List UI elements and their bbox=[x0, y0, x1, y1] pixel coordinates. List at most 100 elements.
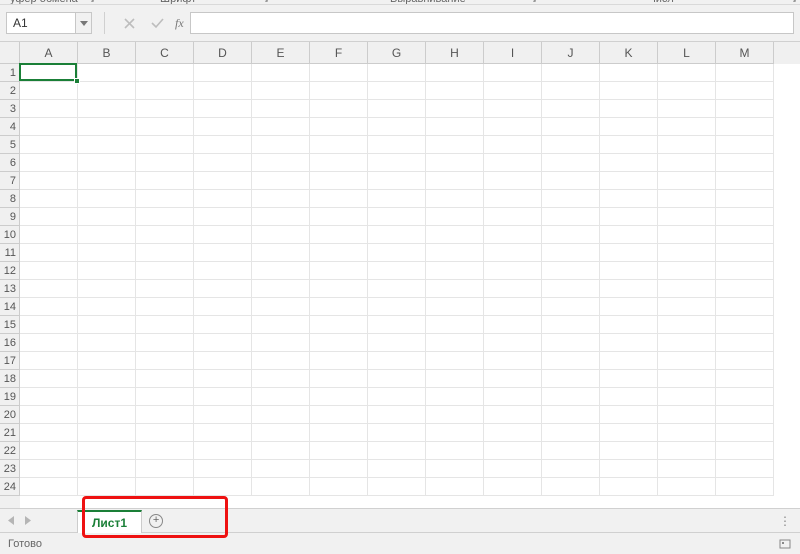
column-header[interactable]: D bbox=[194, 42, 252, 64]
cell[interactable] bbox=[136, 334, 194, 352]
cell[interactable] bbox=[716, 424, 774, 442]
cell[interactable] bbox=[368, 460, 426, 478]
cell[interactable] bbox=[542, 298, 600, 316]
cell[interactable] bbox=[658, 442, 716, 460]
cell[interactable] bbox=[136, 82, 194, 100]
cell[interactable] bbox=[310, 100, 368, 118]
cell[interactable] bbox=[600, 154, 658, 172]
cell[interactable] bbox=[20, 388, 78, 406]
cell[interactable] bbox=[542, 244, 600, 262]
cell[interactable] bbox=[310, 190, 368, 208]
cell[interactable] bbox=[252, 334, 310, 352]
cell[interactable] bbox=[484, 208, 542, 226]
cell[interactable] bbox=[20, 136, 78, 154]
cell[interactable] bbox=[310, 244, 368, 262]
cell[interactable] bbox=[78, 136, 136, 154]
cell[interactable] bbox=[310, 352, 368, 370]
cell[interactable] bbox=[484, 370, 542, 388]
cell[interactable] bbox=[78, 424, 136, 442]
cell[interactable] bbox=[252, 352, 310, 370]
cell[interactable] bbox=[252, 64, 310, 82]
add-sheet-button[interactable]: + bbox=[142, 509, 170, 532]
cell[interactable] bbox=[484, 262, 542, 280]
cell[interactable] bbox=[368, 334, 426, 352]
cell[interactable] bbox=[20, 208, 78, 226]
cell[interactable] bbox=[484, 424, 542, 442]
cell[interactable] bbox=[600, 370, 658, 388]
cell[interactable] bbox=[484, 406, 542, 424]
cell[interactable] bbox=[600, 460, 658, 478]
cell[interactable] bbox=[542, 82, 600, 100]
cell[interactable] bbox=[484, 388, 542, 406]
cell[interactable] bbox=[78, 172, 136, 190]
fx-icon[interactable]: fx bbox=[175, 16, 184, 31]
cell[interactable] bbox=[20, 298, 78, 316]
cell[interactable] bbox=[542, 190, 600, 208]
cell[interactable] bbox=[658, 460, 716, 478]
row-header[interactable]: 22 bbox=[0, 442, 20, 460]
cell[interactable] bbox=[542, 172, 600, 190]
cell[interactable] bbox=[658, 118, 716, 136]
row-header[interactable]: 1 bbox=[0, 64, 20, 82]
ribbon-launcher-font[interactable]: ↘ bbox=[262, 0, 269, 4]
cell[interactable] bbox=[600, 280, 658, 298]
cell[interactable] bbox=[368, 478, 426, 496]
cell[interactable] bbox=[310, 424, 368, 442]
cell[interactable] bbox=[600, 352, 658, 370]
cell[interactable] bbox=[426, 298, 484, 316]
cell[interactable] bbox=[658, 316, 716, 334]
cell[interactable] bbox=[716, 244, 774, 262]
row-header[interactable]: 19 bbox=[0, 388, 20, 406]
row-header[interactable]: 5 bbox=[0, 136, 20, 154]
cell[interactable] bbox=[194, 316, 252, 334]
cell[interactable] bbox=[136, 118, 194, 136]
cell[interactable] bbox=[368, 190, 426, 208]
cell[interactable] bbox=[426, 280, 484, 298]
cell[interactable] bbox=[658, 226, 716, 244]
tab-next-button[interactable] bbox=[21, 510, 35, 532]
cell[interactable] bbox=[252, 298, 310, 316]
cell[interactable] bbox=[542, 136, 600, 154]
cell[interactable] bbox=[194, 370, 252, 388]
cell[interactable] bbox=[310, 460, 368, 478]
cell[interactable] bbox=[426, 406, 484, 424]
cell[interactable] bbox=[78, 118, 136, 136]
row-header[interactable]: 18 bbox=[0, 370, 20, 388]
cell[interactable] bbox=[78, 244, 136, 262]
cell[interactable] bbox=[194, 172, 252, 190]
cell[interactable] bbox=[368, 298, 426, 316]
cell[interactable] bbox=[716, 298, 774, 316]
cell[interactable] bbox=[20, 118, 78, 136]
cell[interactable] bbox=[542, 388, 600, 406]
cell[interactable] bbox=[78, 388, 136, 406]
cell[interactable] bbox=[194, 100, 252, 118]
cell[interactable] bbox=[78, 64, 136, 82]
row-header[interactable]: 4 bbox=[0, 118, 20, 136]
cell[interactable] bbox=[194, 388, 252, 406]
cell[interactable] bbox=[20, 172, 78, 190]
tab-split-handle[interactable]: ⋮ bbox=[778, 514, 792, 528]
cell[interactable] bbox=[252, 424, 310, 442]
cell[interactable] bbox=[368, 226, 426, 244]
cell[interactable] bbox=[600, 226, 658, 244]
cell[interactable] bbox=[716, 442, 774, 460]
row-header[interactable]: 8 bbox=[0, 190, 20, 208]
cell[interactable] bbox=[20, 370, 78, 388]
cell[interactable] bbox=[426, 136, 484, 154]
cell[interactable] bbox=[426, 154, 484, 172]
cell[interactable] bbox=[136, 370, 194, 388]
cell[interactable] bbox=[368, 280, 426, 298]
cell[interactable] bbox=[716, 460, 774, 478]
cell[interactable] bbox=[252, 154, 310, 172]
column-header[interactable]: L bbox=[658, 42, 716, 64]
cell[interactable] bbox=[716, 64, 774, 82]
cell[interactable] bbox=[658, 172, 716, 190]
sheet-tab-active[interactable]: Лист1 bbox=[77, 510, 142, 533]
cell[interactable] bbox=[78, 406, 136, 424]
cell[interactable] bbox=[600, 262, 658, 280]
row-header[interactable]: 23 bbox=[0, 460, 20, 478]
cell[interactable] bbox=[136, 100, 194, 118]
cell[interactable] bbox=[658, 82, 716, 100]
cell[interactable] bbox=[136, 460, 194, 478]
cell[interactable] bbox=[194, 64, 252, 82]
